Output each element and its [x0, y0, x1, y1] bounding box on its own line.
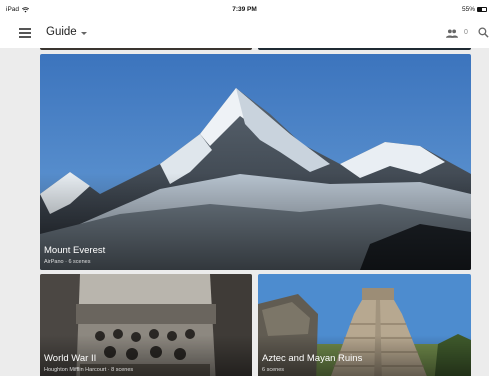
- card-title: World War II: [44, 353, 97, 364]
- hamburger-menu-icon[interactable]: [19, 28, 31, 38]
- card-title: Mount Everest: [44, 245, 106, 256]
- app-bar: Guide 0: [0, 18, 489, 48]
- battery-icon: [477, 7, 487, 12]
- card-partial[interactable]: [40, 48, 252, 50]
- guide-content[interactable]: Mount Everest AirPano · 6 scenes World W…: [0, 48, 489, 376]
- card-title: Aztec and Mayan Ruins: [262, 353, 363, 364]
- caret-down-icon: [80, 31, 87, 35]
- guide-dropdown[interactable]: Guide: [46, 26, 87, 38]
- battery-percent: 55%: [461, 6, 475, 13]
- card-subtitle: 6 scenes: [262, 367, 285, 373]
- card-mount-everest[interactable]: Mount Everest AirPano · 6 scenes: [40, 54, 471, 270]
- card-aztec-and-mayan-ruins[interactable]: Aztec and Mayan Ruins 6 scenes: [258, 274, 471, 376]
- status-time: 7:39 PM: [232, 6, 257, 13]
- shared-count: 0: [464, 29, 468, 36]
- card-subtitle: AirPano · 6 scenes: [44, 259, 91, 265]
- search-icon[interactable]: [478, 27, 489, 38]
- card-partial[interactable]: [258, 48, 471, 50]
- status-right: 55%: [462, 6, 487, 13]
- page-title: Guide: [46, 26, 77, 38]
- card-subtitle: Houghton Mifflin Harcourt · 8 scenes: [44, 367, 134, 373]
- card-world-war-ii[interactable]: World War II Houghton Mifflin Harcourt ·…: [40, 274, 252, 376]
- people-icon[interactable]: [446, 29, 458, 38]
- status-bar: iPad 7:39 PM 55%: [0, 0, 489, 18]
